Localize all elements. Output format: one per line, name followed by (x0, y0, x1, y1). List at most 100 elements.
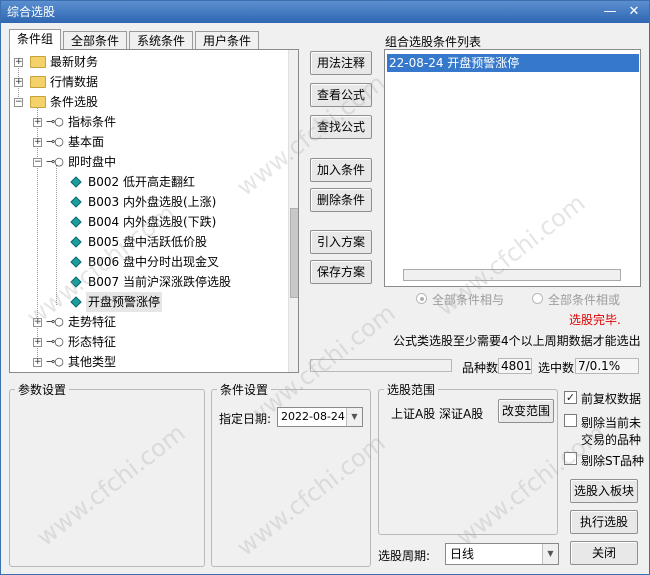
usage-note-button[interactable]: 用法注释 (310, 51, 372, 75)
tree-item-label: 形态特征 (68, 335, 117, 349)
condition-list-title: 组合选股条件列表 (385, 35, 482, 49)
folder-icon (30, 76, 46, 88)
exclude-untraded-checkbox[interactable] (564, 414, 577, 427)
key-node-icon: ⊸○ (46, 315, 64, 328)
condition-list-item[interactable]: 22-08-24 开盘预警涨停 (387, 54, 639, 72)
formula-diamond-icon (70, 236, 82, 248)
pre-adjust-label: 前复权数据 (581, 392, 642, 406)
key-node-icon: ⊸○ (46, 115, 64, 128)
variety-count-value: 4801 (498, 358, 532, 374)
tree-guide-line (56, 165, 57, 305)
tree-leaf-label: 开盘预警涨停 (86, 292, 163, 312)
add-condition-button[interactable]: 加入条件 (310, 158, 372, 182)
folder-icon (30, 56, 46, 68)
period-select[interactable]: 日线 ▼ (445, 543, 559, 565)
selected-count-label: 选中数 (538, 361, 575, 375)
tree-item-label: 即时盘中 (68, 155, 117, 169)
or-radio[interactable] (532, 293, 543, 304)
tab-user-conditions[interactable]: 用户条件 (195, 31, 259, 50)
selected-count-value: 7/0.1% (575, 358, 639, 374)
date-picker[interactable]: 2022-08-24 ▼ (277, 407, 363, 427)
dropdown-arrow-icon[interactable]: ▼ (346, 408, 362, 426)
period-label: 选股周期: (378, 549, 431, 563)
to-block-button[interactable]: 选股入板块 (570, 479, 638, 503)
stock-screener-window: 综合选股 — ✕ 条件组 全部条件 系统条件 用户条件 + 最新财务 + 行情数… (0, 0, 650, 575)
progress-bar (310, 359, 452, 372)
or-radio-label: 全部条件相或 (548, 293, 621, 307)
minimize-button[interactable]: — (601, 3, 619, 20)
view-formula-button[interactable]: 查看公式 (310, 83, 372, 107)
date-value: 2022-08-24 (281, 410, 345, 423)
condition-list-hscrollbar[interactable] (403, 269, 621, 281)
collapse-icon[interactable]: − (33, 158, 42, 167)
formula-diamond-icon (70, 216, 82, 228)
radio-dot (420, 297, 424, 301)
formula-diamond-icon (70, 296, 82, 308)
key-node-icon: ⊸○ (46, 335, 64, 348)
expand-icon[interactable]: + (14, 58, 23, 67)
dropdown-arrow-icon[interactable]: ▼ (542, 544, 558, 564)
tree-leaf-label: B002 低开高走翻红 (88, 175, 195, 189)
tree-leaf-label: B003 内外盘选股(上涨) (88, 195, 217, 209)
and-radio[interactable] (416, 293, 427, 304)
tree-scrollbar-thumb[interactable] (290, 208, 298, 298)
formula-diamond-icon (70, 276, 82, 288)
condition-tree[interactable]: + 最新财务 + 行情数据 − 条件选股 + ⊸○ 指标条件 + ⊸○ 基本面 … (9, 49, 299, 373)
tree-item-label: 条件选股 (50, 95, 99, 109)
and-radio-label: 全部条件相与 (432, 293, 505, 307)
change-scope-button[interactable]: 改变范围 (498, 399, 554, 423)
scope-text: 上证A股 深证A股 (391, 407, 484, 421)
scope-title: 选股范围 (384, 383, 439, 397)
exclude-untraded-label-2: 交易的品种 (581, 433, 642, 447)
tree-item-label: 走势特征 (68, 315, 117, 329)
import-plan-button[interactable]: 引入方案 (310, 230, 372, 254)
tab-all-conditions[interactable]: 全部条件 (63, 31, 127, 50)
window-title: 综合选股 (7, 5, 56, 19)
condition-list[interactable]: 22-08-24 开盘预警涨停 (384, 49, 641, 287)
expand-icon[interactable]: + (33, 338, 42, 347)
tree-leaf-label: B006 盘中分时出现金叉 (88, 255, 219, 269)
key-node-icon: ⊸○ (46, 155, 64, 168)
expand-icon[interactable]: + (33, 358, 42, 367)
collapse-icon[interactable]: − (14, 98, 23, 107)
expand-icon[interactable]: + (33, 138, 42, 147)
tree-scrollbar[interactable] (288, 50, 298, 372)
pre-adjust-checkbox[interactable]: ✓ (564, 391, 577, 404)
status-done: 选股完毕. (569, 313, 621, 327)
key-node-icon: ⊸○ (46, 135, 64, 148)
tree-item-label: 基本面 (68, 135, 105, 149)
folder-open-icon (30, 96, 46, 108)
tree-item-label: 指标条件 (68, 115, 117, 129)
delete-condition-button[interactable]: 删除条件 (310, 188, 372, 212)
run-screening-button[interactable]: 执行选股 (570, 510, 638, 534)
status-note: 公式类选股至少需要4个以上周期数据才能选出 (393, 334, 641, 348)
tab-system-conditions[interactable]: 系统条件 (129, 31, 193, 50)
variety-count-label: 品种数 (462, 361, 499, 375)
expand-icon[interactable]: + (14, 78, 23, 87)
period-value: 日线 (450, 547, 475, 561)
key-node-icon: ⊸○ (46, 355, 64, 368)
close-window-button[interactable]: ✕ (625, 3, 643, 20)
save-plan-button[interactable]: 保存方案 (310, 260, 372, 284)
tree-leaf-label: B004 内外盘选股(下跌) (88, 215, 217, 229)
tree-item-label: 行情数据 (50, 75, 99, 89)
formula-diamond-icon (70, 196, 82, 208)
date-label: 指定日期: (219, 412, 272, 426)
expand-icon[interactable]: + (33, 118, 42, 127)
formula-diamond-icon (70, 176, 82, 188)
title-bar[interactable]: 综合选股 — ✕ (1, 1, 649, 23)
expand-icon[interactable]: + (33, 318, 42, 327)
tab-condition-group[interactable]: 条件组 (9, 29, 61, 50)
formula-diamond-icon (70, 256, 82, 268)
close-button[interactable]: 关闭 (570, 541, 638, 565)
param-settings-group (9, 389, 205, 567)
exclude-st-label: 剔除ST品种 (581, 454, 644, 468)
tree-leaf-label: B005 盘中活跃低价股 (88, 235, 207, 249)
param-settings-title: 参数设置 (15, 383, 70, 397)
tree-leaf-label: B007 当前沪深涨跌停选股 (88, 275, 231, 289)
exclude-untraded-label-1: 剔除当前未 (581, 416, 642, 430)
find-formula-button[interactable]: 查找公式 (310, 115, 372, 139)
tree-item-label: 其他类型 (68, 355, 117, 369)
exclude-st-checkbox[interactable] (564, 452, 577, 465)
tree-item-label: 最新财务 (50, 55, 99, 69)
